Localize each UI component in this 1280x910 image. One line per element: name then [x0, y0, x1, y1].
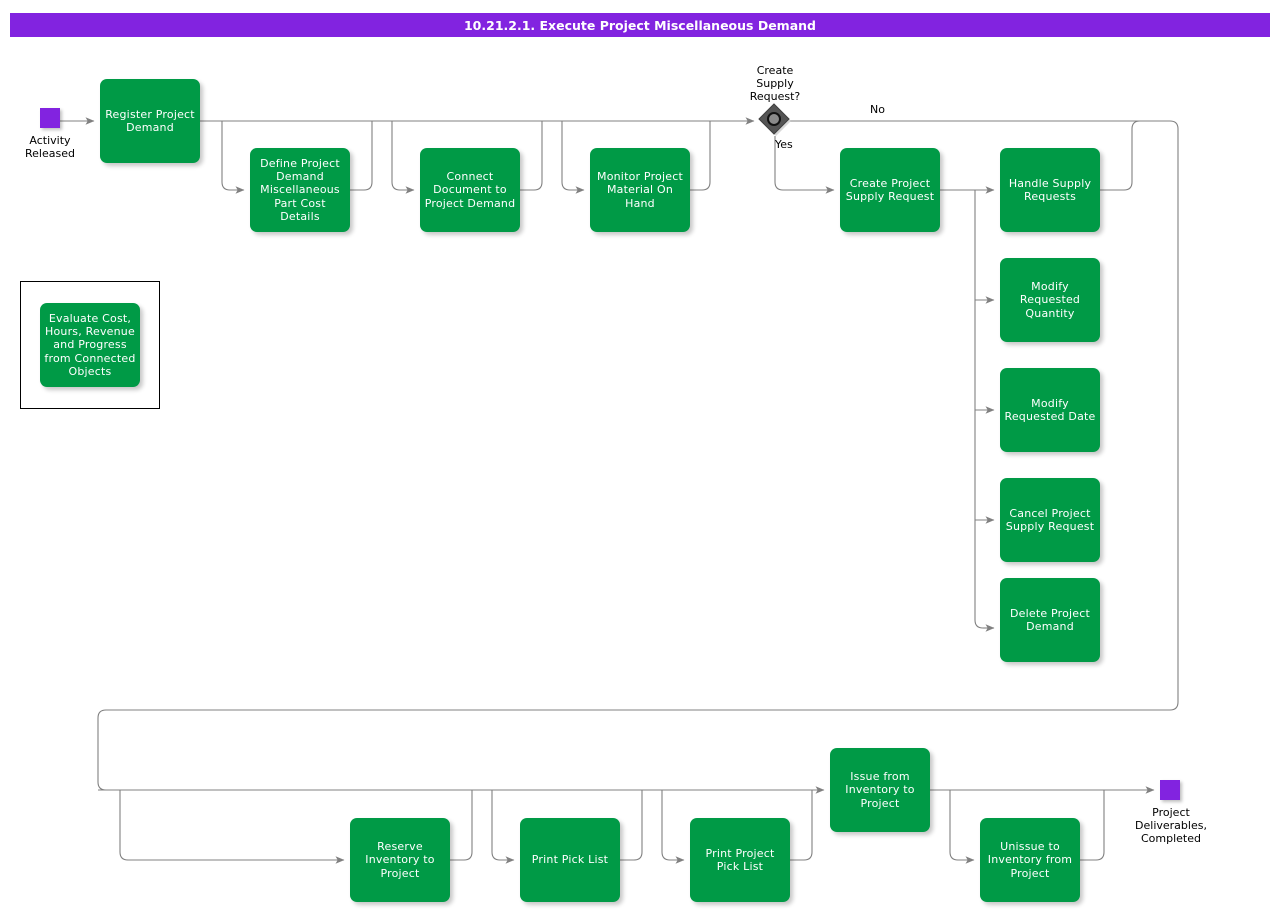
- task-label: Modify Requested Date: [1004, 397, 1095, 423]
- activity-released-label: Activity Released: [10, 134, 90, 160]
- task-unissue-to-inventory-from-project[interactable]: Unissue to Inventory from Project: [980, 818, 1080, 902]
- edge-to-connect-document: [392, 121, 414, 190]
- task-label: Evaluate Cost, Hours, Revenue and Progre…: [44, 312, 135, 378]
- project-deliverables-completed-end-event[interactable]: [1160, 780, 1180, 800]
- diagram-canvas: 10.21.2.1. Execute Project Miscellaneous…: [0, 0, 1280, 910]
- edge-to-define-misc: [222, 121, 244, 190]
- task-label: Register Project Demand: [105, 108, 195, 134]
- activity-released-start-event[interactable]: [40, 108, 60, 128]
- edge-to-monitor-material: [562, 121, 584, 190]
- task-label: Print Pick List: [532, 853, 608, 866]
- edge-from-monitor-material: [690, 121, 710, 190]
- create-supply-request-gateway-label: Create Supply Request?: [715, 64, 835, 103]
- task-label: Define Project Demand Miscellaneous Part…: [254, 157, 346, 223]
- page-title: 10.21.2.1. Execute Project Miscellaneous…: [10, 13, 1270, 37]
- flow-label-no: No: [870, 103, 900, 116]
- task-print-project-pick-list[interactable]: Print Project Pick List: [690, 818, 790, 902]
- edge-to-print-project-pick-list: [662, 790, 684, 860]
- edge-from-reserve-inventory: [450, 790, 472, 860]
- edge-distribution-bus: [975, 190, 983, 628]
- task-label: Create Project Supply Request: [846, 177, 934, 203]
- task-monitor-project-material-on-hand[interactable]: Monitor Project Material On Hand: [590, 148, 690, 232]
- task-label: Connect Document to Project Demand: [425, 170, 516, 210]
- project-deliverables-completed-label: Project Deliverables, Completed: [1110, 806, 1232, 845]
- edge-to-reserve-inventory: [120, 790, 344, 860]
- task-label: Reserve Inventory to Project: [365, 840, 434, 880]
- task-label: Modify Requested Quantity: [1020, 280, 1080, 320]
- task-modify-requested-date[interactable]: Modify Requested Date: [1000, 368, 1100, 452]
- edge-to-print-pick-list: [492, 790, 514, 860]
- edge-from-print-pick-list: [620, 790, 642, 860]
- task-handle-supply-requests[interactable]: Handle Supply Requests: [1000, 148, 1100, 232]
- edge-handle-return: [1100, 121, 1140, 190]
- edge-from-print-project-pick-list: [790, 790, 812, 860]
- task-print-pick-list[interactable]: Print Pick List: [520, 818, 620, 902]
- task-issue-from-inventory-to-project[interactable]: Issue from Inventory to Project: [830, 748, 930, 832]
- create-supply-request-gateway[interactable]: [758, 103, 792, 137]
- flow-label-yes: Yes: [775, 138, 805, 151]
- task-evaluate-cost-hours-revenue-progress[interactable]: Evaluate Cost, Hours, Revenue and Progre…: [40, 303, 140, 387]
- task-label: Cancel Project Supply Request: [1006, 507, 1094, 533]
- task-label: Print Project Pick List: [705, 847, 774, 873]
- task-reserve-inventory-to-project[interactable]: Reserve Inventory to Project: [350, 818, 450, 902]
- task-modify-requested-quantity[interactable]: Modify Requested Quantity: [1000, 258, 1100, 342]
- task-label: Handle Supply Requests: [1009, 177, 1091, 203]
- task-connect-document-to-project-demand[interactable]: Connect Document to Project Demand: [420, 148, 520, 232]
- edge-from-unissue-inventory: [1080, 790, 1104, 860]
- task-label: Delete Project Demand: [1010, 607, 1090, 633]
- task-create-project-supply-request[interactable]: Create Project Supply Request: [840, 148, 940, 232]
- task-register-project-demand[interactable]: Register Project Demand: [100, 79, 200, 163]
- task-cancel-project-supply-request[interactable]: Cancel Project Supply Request: [1000, 478, 1100, 562]
- edge-from-define-misc: [350, 121, 372, 190]
- task-label: Monitor Project Material On Hand: [597, 170, 683, 210]
- task-delete-project-demand[interactable]: Delete Project Demand: [1000, 578, 1100, 662]
- edge-to-unissue-inventory: [950, 790, 974, 860]
- task-define-project-demand-misc-part-cost-details[interactable]: Define Project Demand Miscellaneous Part…: [250, 148, 350, 232]
- task-label: Issue from Inventory to Project: [845, 770, 914, 810]
- task-label: Unissue to Inventory from Project: [988, 840, 1072, 880]
- edge-from-connect-document: [520, 121, 542, 190]
